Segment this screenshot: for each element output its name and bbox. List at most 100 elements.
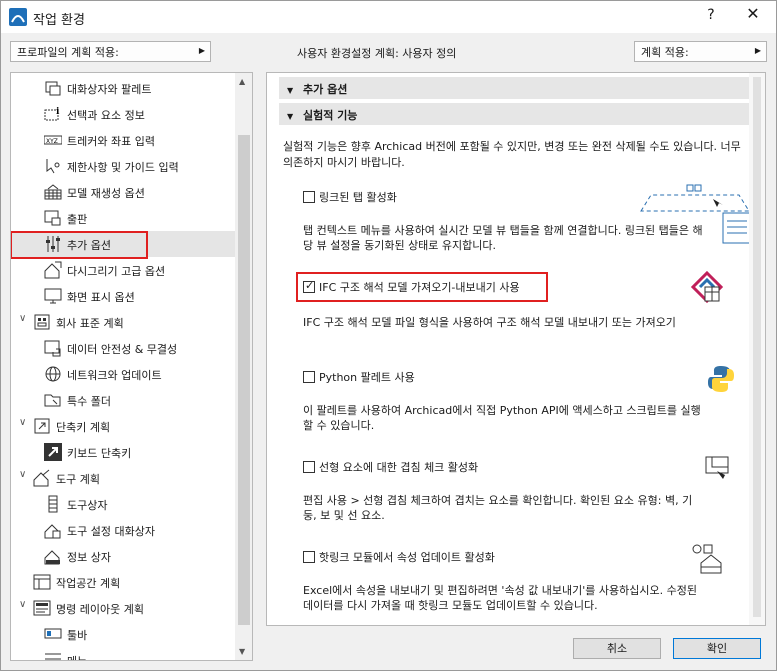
tree-item-tool-schemes[interactable]: ∨ 도구 계획 — [11, 465, 235, 491]
ifc-structural-checkbox[interactable]: IFC 구조 해석 모델 가져오기-내보내기 사용 — [303, 279, 520, 295]
tree-item-info-box[interactable]: 정보 상자 — [11, 543, 235, 569]
company-standards-icon — [34, 314, 50, 330]
network-update-icon — [45, 366, 61, 382]
expand-chevron-icon[interactable]: ∨ — [19, 599, 26, 610]
redraw-advanced-icon — [44, 261, 62, 279]
python-palette-checkbox[interactable]: Python 팔레트 사용 — [303, 369, 415, 385]
work-environment-dialog: 작업 환경 ? ✕ 프로파일의 계획 적용: ▶ 사용자 환경설정 계획: 사용… — [0, 0, 777, 671]
tree-item-model-rebuild[interactable]: 모델 재생성 옵션 — [11, 179, 235, 205]
collapse-triangle-icon: ▼ — [287, 112, 294, 121]
tree-item-company-standards[interactable]: ∨ 회사 표준 계획 — [11, 309, 235, 335]
info-box-icon — [44, 550, 60, 565]
checkbox-box[interactable] — [303, 279, 315, 293]
tree-item-shortcut-schemes[interactable]: ∨ 단축키 계획 — [11, 413, 235, 439]
svg-text:i: i — [56, 107, 60, 117]
command-layout-icon — [33, 600, 51, 616]
ifc-structural-description: IFC 구조 해석 모델 파일 형식을 사용하여 구조 해석 모델 내보내기 또… — [303, 316, 676, 329]
python-palette-description: 이 팔레트를 사용하여 Archicad에서 직접 Python API에 액세… — [303, 404, 701, 432]
menu-icon — [45, 653, 61, 660]
ok-button[interactable]: 확인 — [673, 638, 761, 659]
help-button[interactable]: ? — [701, 7, 721, 23]
collapse-triangle-icon: ▼ — [287, 86, 294, 95]
section-header-more-options[interactable]: ▼ 추가 옵션 — [279, 77, 759, 99]
tree-item-menus[interactable]: 메뉴 — [11, 647, 235, 660]
hotlink-properties-icon — [692, 544, 722, 574]
tree-item-on-screen-options[interactable]: 화면 표시 옵션 — [11, 283, 235, 309]
apply-profile-scheme-label: 프로파일의 계획 적용: — [17, 46, 119, 59]
selected-item-highlight — [11, 231, 148, 259]
tree-item-constraints-guides[interactable]: 제한사항 및 가이드 입력 — [11, 153, 235, 179]
special-folders-icon — [44, 394, 61, 407]
title-bar: 작업 환경 ? ✕ — [1, 1, 776, 33]
keyboard-shortcuts-icon — [44, 443, 62, 461]
linked-tabs-description: 탭 컨텍스트 메뉴를 사용하여 실시간 모델 뷰 탭들을 함께 연결합니다. 링… — [303, 224, 703, 252]
model-rebuild-icon — [44, 184, 62, 200]
checkbox-box[interactable] — [303, 191, 315, 203]
toolbox-icon — [48, 495, 58, 513]
overlap-check-checkbox[interactable]: 선형 요소에 대한 겹침 체크 활성화 — [303, 459, 478, 475]
svg-text:XYZ: XYZ — [46, 138, 58, 145]
expand-chevron-icon[interactable]: ∨ — [19, 469, 26, 480]
tracker-coords-icon: XYZ — [44, 135, 62, 145]
scroll-down-arrow-icon[interactable]: ▼ — [239, 647, 245, 656]
experimental-notice: 실험적 기능은 향후 Archicad 버전에 포함될 수 있지만, 변경 또는… — [283, 140, 741, 169]
tree-item-redraw-advanced[interactable]: 다시그리기 고급 옵션 — [11, 257, 235, 283]
toolbar-icon — [44, 628, 62, 639]
apply-scheme-button[interactable]: 계획 적용: ▶ — [634, 41, 767, 62]
tree-item-more-options[interactable]: 추가 옵션 — [11, 231, 235, 259]
tree-item-keyboard-shortcuts[interactable]: 키보드 단축키 — [11, 439, 235, 465]
tool-settings-icon — [44, 524, 61, 539]
tree-item-selection-info[interactable]: i 선택과 요소 정보 — [11, 101, 235, 127]
content-scroll-thumb[interactable] — [753, 77, 761, 617]
tree-item-special-folders[interactable]: 특수 폴더 — [11, 387, 235, 413]
tree-scrollbar[interactable]: ▲ ▼ — [235, 73, 252, 660]
tree-item-toolbox[interactable]: 도구상자 — [11, 491, 235, 517]
tree-item-data-safety[interactable]: 데이터 안전성 & 무결성 — [11, 335, 235, 361]
tree-item-command-layout[interactable]: ∨ 명령 레이아웃 계획 — [11, 595, 235, 621]
more-options-panel: ▼ 추가 옵션 ▼ 실험적 기능 실험적 기능은 향후 Archicad 버전에… — [266, 72, 766, 626]
workspace-schemes-icon — [33, 574, 51, 590]
checkbox-box[interactable] — [303, 551, 315, 563]
tree-item-tool-settings[interactable]: 도구 설정 대화상자 — [11, 517, 235, 543]
dialog-palette-icon — [45, 81, 61, 96]
overlap-check-description: 편집 사용 > 선형 겹침 체크하여 겹치는 요소를 확인합니다. 확인된 요소… — [303, 494, 693, 522]
preferences-tree: 대화상자와 팔레트 i 선택과 요소 정보 XYZ 트레커와 좌표 입력 제한사… — [10, 72, 253, 661]
tree-item-toolbars[interactable]: 툴바 — [11, 621, 235, 647]
user-preferences-scheme-label: 사용자 환경설정 계획: 사용자 정의 — [297, 47, 457, 60]
section-header-experimental[interactable]: ▼ 실험적 기능 — [279, 103, 759, 125]
window-title: 작업 환경 — [33, 13, 85, 28]
tool-schemes-icon — [33, 469, 50, 487]
expand-chevron-icon[interactable]: ∨ — [19, 417, 26, 428]
content-scrollbar[interactable] — [749, 73, 765, 625]
scheme-bar: 프로파일의 계획 적용: ▶ 사용자 환경설정 계획: 사용자 정의 계획 적용… — [1, 39, 776, 65]
close-button[interactable]: ✕ — [741, 4, 765, 23]
ifc-structural-icon — [691, 271, 723, 303]
tree-item-network-update[interactable]: 네트워크와 업데이트 — [11, 361, 235, 387]
python-icon — [708, 366, 734, 392]
tree-scroll-thumb[interactable] — [238, 135, 250, 625]
linked-tabs-checkbox[interactable]: 링크된 탭 활성화 — [303, 189, 397, 205]
cancel-button[interactable]: 취소 — [573, 638, 661, 659]
tree-item-workspace-schemes[interactable]: 작업공간 계획 — [11, 569, 235, 595]
hotlink-properties-checkbox[interactable]: 핫링크 모듈에서 속성 업데이트 활성화 — [303, 549, 495, 565]
checkbox-box[interactable] — [303, 371, 315, 383]
constraints-guides-icon — [46, 159, 60, 174]
overlap-check-icon — [705, 456, 729, 479]
hotlink-properties-description: Excel에서 속성을 내보내기 및 편집하려면 '속성 값 내보내기'를 사용… — [303, 584, 697, 612]
shortcut-schemes-icon — [34, 418, 50, 434]
tree-item-dialog-palettes[interactable]: 대화상자와 팔레트 — [11, 75, 235, 101]
play-arrow-icon: ▶ — [754, 46, 761, 55]
checkbox-box[interactable] — [303, 461, 315, 473]
on-screen-options-icon — [44, 288, 62, 304]
archicad-app-icon — [9, 8, 27, 26]
play-arrow-icon: ▶ — [198, 46, 205, 55]
expand-chevron-icon[interactable]: ∨ — [19, 313, 26, 324]
publish-icon — [44, 210, 61, 226]
tree-item-publish[interactable]: 출판 — [11, 205, 235, 231]
tree-item-tracker-coords[interactable]: XYZ 트레커와 좌표 입력 — [11, 127, 235, 153]
apply-profile-scheme-button[interactable]: 프로파일의 계획 적용: ▶ — [10, 41, 211, 62]
scroll-up-arrow-icon[interactable]: ▲ — [239, 77, 245, 86]
selection-info-icon: i — [44, 107, 60, 121]
data-safety-icon — [44, 340, 61, 357]
apply-scheme-label: 계획 적용: — [641, 46, 689, 59]
